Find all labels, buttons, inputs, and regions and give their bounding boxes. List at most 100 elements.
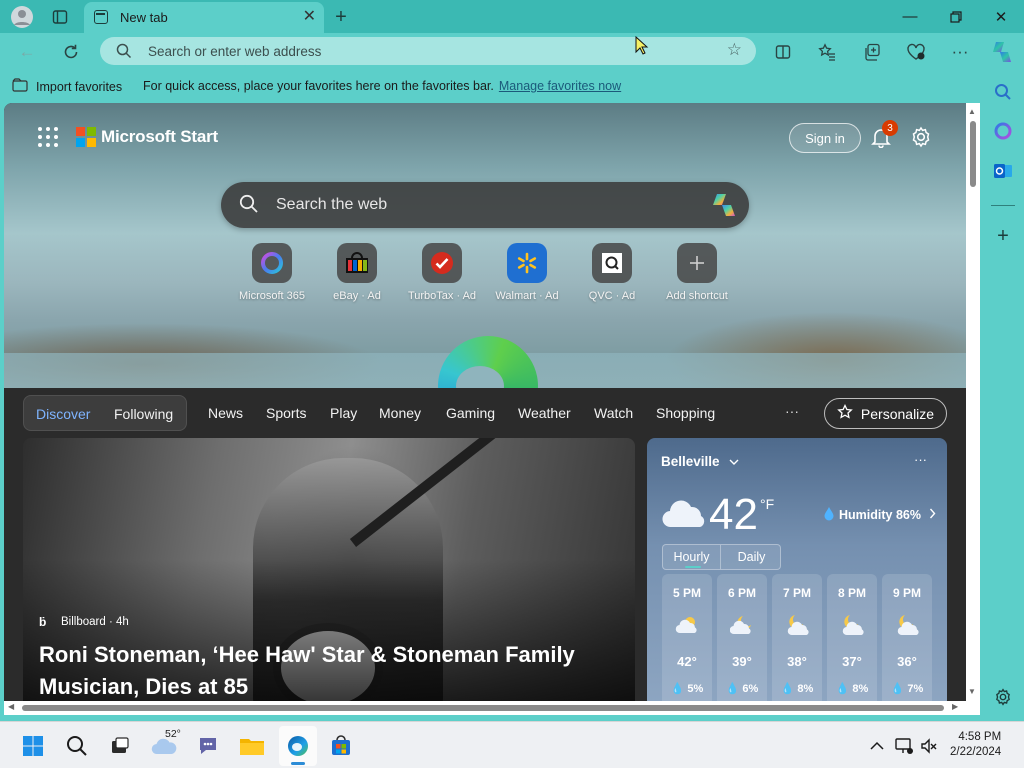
file-explorer-icon[interactable] [236, 730, 268, 762]
shortcut-qvc[interactable]: QVC · Ad [572, 243, 652, 302]
chevron-right-icon [929, 508, 936, 522]
more-options-icon[interactable]: ··· [945, 38, 975, 66]
add-favorite-star-icon[interactable]: ☆ [727, 40, 742, 60]
forecast-precipitation: 💧 5% [662, 682, 712, 695]
favorites-icon[interactable] [812, 38, 842, 66]
top-story-card[interactable]: ḃ Billboard · 4h Roni Stoneman, ‘Hee Haw… [23, 438, 635, 701]
minimize-button[interactable]: — [887, 0, 933, 33]
scroll-right-arrow-icon[interactable]: ▶ [952, 702, 958, 711]
new-tab-plus-icon[interactable]: + [328, 4, 354, 30]
address-input[interactable] [148, 41, 708, 61]
shortcut-ebay[interactable]: eBay · Ad [317, 243, 397, 302]
restore-button[interactable] [933, 0, 979, 33]
more-nav-button[interactable]: ··· [785, 403, 799, 419]
taskbar-weather-temp: 52° [165, 728, 181, 740]
chevron-down-icon [729, 458, 739, 469]
tab-discover[interactable]: Discover [36, 406, 90, 422]
raindrop-icon: 💧 [670, 683, 685, 695]
cloudy-icon [661, 496, 709, 530]
copilot-search-icon[interactable] [709, 191, 739, 219]
back-icon[interactable]: ← [12, 38, 42, 66]
background-image: Microsoft Start Sign in 3 Microsoft 365 [4, 103, 966, 436]
humidity[interactable]: Humidity 86% [823, 506, 936, 524]
copilot-icon[interactable] [987, 38, 1017, 66]
tab-new-tab[interactable]: New tab ✕ [84, 2, 324, 33]
weather-card[interactable]: Belleville ··· 42 °F Humidity 86% Hourly… [647, 438, 947, 701]
manage-favorites-link[interactable]: Manage favorites now [499, 79, 621, 93]
vertical-scrollbar[interactable]: ▲ ▼ [966, 103, 980, 701]
shortcut-walmart[interactable]: Walmart · Ad [487, 243, 567, 302]
forecast-temperature: 36° [897, 654, 917, 669]
nav-shopping[interactable]: Shopping [656, 405, 715, 421]
hourly-forecast-item[interactable]: 7 PM 38° 💧 8% [772, 574, 822, 701]
nav-news[interactable]: News [208, 405, 243, 421]
shortcut-add[interactable]: Add shortcut [657, 243, 737, 302]
start-windows-icon[interactable] [17, 730, 49, 762]
outlook-icon[interactable] [992, 160, 1014, 182]
favorites-bar-text: For quick access, place your favorites h… [143, 79, 494, 93]
hourly-forecast-item[interactable]: 9 PM 36° 💧 7% [882, 574, 932, 701]
close-tab-icon[interactable]: ✕ [303, 6, 316, 26]
partly-cloudy-night-icon [840, 614, 864, 636]
weather-location[interactable]: Belleville [661, 454, 739, 469]
system-clock[interactable]: 4:58 PM 2/22/2024 [950, 730, 1001, 760]
edge-taskbar-icon[interactable] [282, 730, 314, 762]
clock-time: 4:58 PM [958, 731, 1002, 743]
address-bar[interactable]: ☆ [100, 37, 756, 65]
copilot-sidebar-icon[interactable] [992, 120, 1014, 142]
precip-value: 8% [797, 683, 814, 695]
story-headline[interactable]: Roni Stoneman, ‘Hee Haw' Star & Stoneman… [39, 639, 619, 701]
edge-sidebar: + [982, 71, 1024, 721]
web-search-input[interactable] [276, 194, 696, 216]
add-sidebar-app-plus-icon[interactable]: + [992, 225, 1014, 247]
nav-money[interactable]: Money [379, 405, 421, 421]
nav-sports[interactable]: Sports [266, 405, 306, 421]
microsoft-logo-icon [76, 127, 96, 147]
hourly-forecast-item[interactable]: 6 PM 39° 💧 6% [717, 574, 767, 701]
horizontal-scrollbar[interactable]: ◀ ▶ [4, 701, 980, 715]
billboard-logo-icon: ḃ [39, 615, 47, 629]
microsoft-store-icon[interactable] [325, 730, 357, 762]
tab-following[interactable]: Following [114, 406, 173, 422]
page-settings-gear-icon[interactable] [910, 126, 932, 148]
close-window-button[interactable]: ✕ [978, 0, 1024, 33]
tab-hourly[interactable]: Hourly [663, 545, 721, 569]
nav-gaming[interactable]: Gaming [446, 405, 495, 421]
web-search-box[interactable] [221, 182, 749, 228]
volume-muted-icon[interactable] [913, 730, 945, 762]
profile-avatar-icon[interactable] [9, 4, 35, 30]
forecast-time: 8 PM [837, 586, 866, 600]
personalize-button[interactable]: Personalize [824, 398, 947, 429]
nav-play[interactable]: Play [330, 405, 357, 421]
taskbar-search-icon[interactable] [61, 730, 93, 762]
sign-in-button[interactable]: Sign in [789, 123, 861, 153]
shortcut-label: Walmart · Ad [495, 290, 559, 302]
task-view-icon[interactable] [103, 730, 135, 762]
shortcut-microsoft-365[interactable]: Microsoft 365 [232, 243, 312, 302]
vertical-scroll-thumb[interactable] [970, 121, 976, 187]
hourly-forecast-item[interactable]: 5 PM 42° 💧 5% [662, 574, 712, 701]
horizontal-scroll-thumb[interactable] [22, 705, 944, 711]
nav-weather[interactable]: Weather [518, 405, 571, 421]
search-icon[interactable] [992, 81, 1014, 103]
forecast-temperature: 38° [787, 654, 807, 669]
weather-more-options[interactable]: ··· [914, 452, 927, 467]
precip-value: 6% [742, 683, 759, 695]
tab-actions-icon[interactable] [47, 4, 73, 30]
tab-daily[interactable]: Daily [721, 545, 782, 569]
teams-chat-icon[interactable] [192, 730, 224, 762]
sidebar-settings-gear-icon[interactable] [992, 686, 1014, 708]
shortcut-label: Microsoft 365 [238, 290, 306, 302]
scroll-up-arrow-icon[interactable]: ▲ [968, 107, 976, 116]
shortcut-turbotax[interactable]: TurboTax · Ad [402, 243, 482, 302]
nav-watch[interactable]: Watch [594, 405, 633, 421]
split-screen-icon[interactable] [768, 38, 798, 66]
hourly-forecast-item[interactable]: 8 PM 37° 💧 8% [827, 574, 877, 701]
scroll-down-arrow-icon[interactable]: ▼ [968, 687, 976, 696]
app-launcher-icon[interactable] [38, 127, 58, 147]
refresh-icon[interactable] [56, 38, 86, 66]
import-favorites-button[interactable]: Import favorites [12, 78, 122, 95]
collections-icon[interactable] [857, 38, 887, 66]
browser-essentials-icon[interactable] [901, 38, 931, 66]
scroll-left-arrow-icon[interactable]: ◀ [8, 702, 14, 711]
